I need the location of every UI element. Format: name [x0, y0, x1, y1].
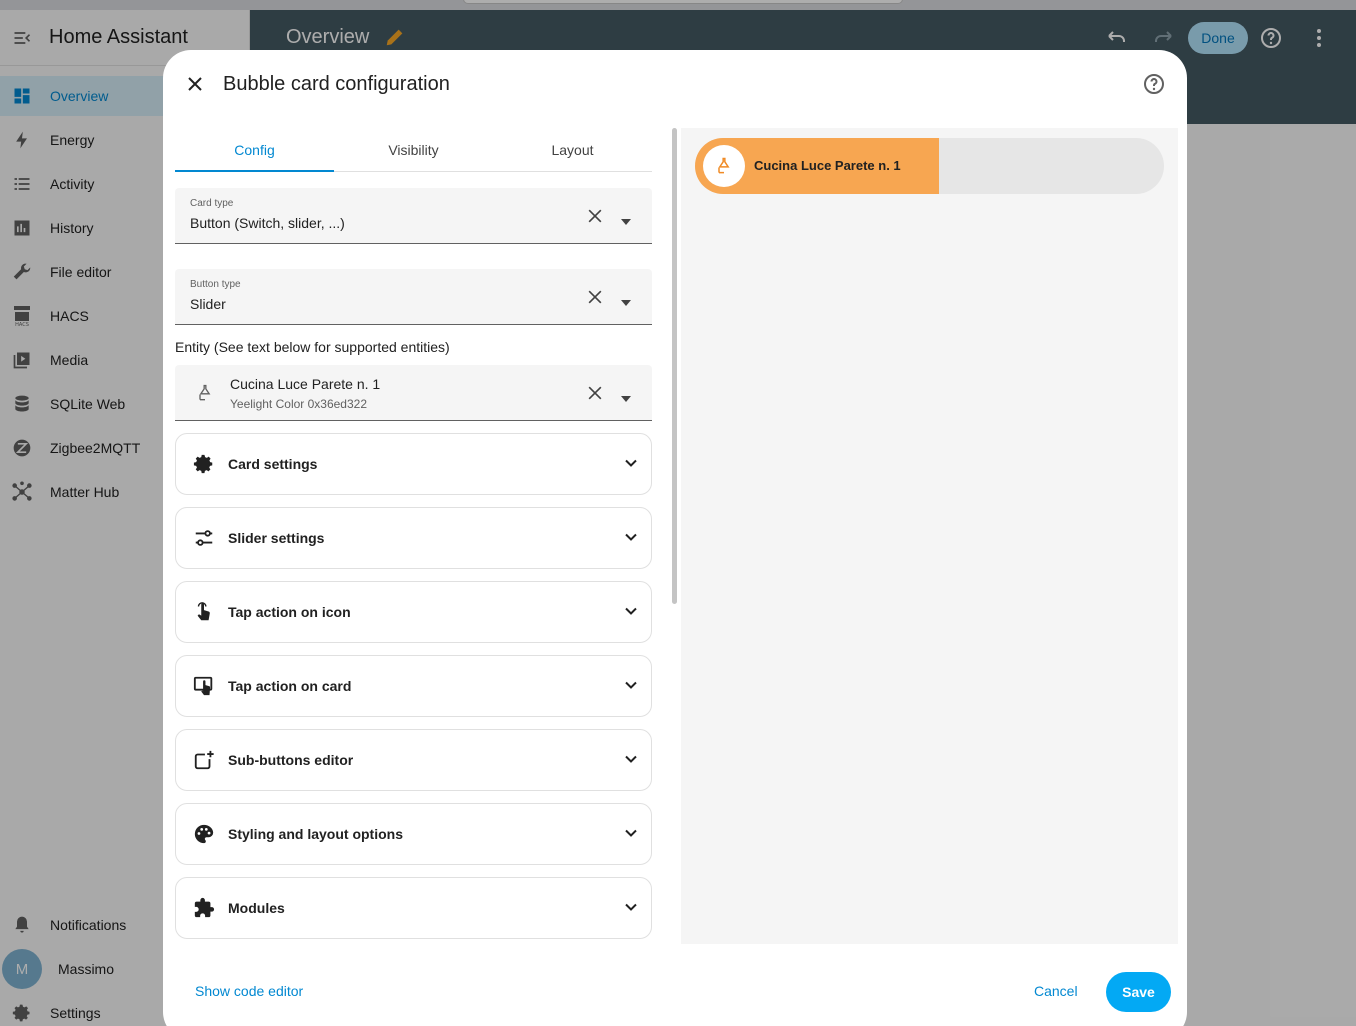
gear-icon — [193, 453, 217, 477]
field-value: Slider — [190, 296, 226, 312]
chevron-down-icon — [621, 675, 641, 700]
monitor-tap-icon — [193, 675, 217, 699]
ceiling-light-icon — [195, 383, 215, 408]
palette-icon — [193, 823, 217, 847]
tab-layout[interactable]: Layout — [493, 128, 652, 171]
show-code-editor-link[interactable]: Show code editor — [195, 983, 303, 999]
card-type-select[interactable]: Card type Button (Switch, slider, ...) — [175, 188, 652, 244]
dropdown-arrow-icon[interactable] — [621, 389, 631, 407]
panel-sub-buttons-editor[interactable]: Sub-buttons editor — [175, 729, 652, 791]
panel-label: Modules — [228, 900, 285, 916]
chevron-down-icon — [621, 601, 641, 626]
panel-label: Slider settings — [228, 530, 325, 546]
config-scrollbar[interactable] — [672, 128, 677, 604]
chevron-down-icon — [621, 823, 641, 848]
panel-label: Card settings — [228, 456, 318, 472]
field-label: Card type — [190, 198, 234, 209]
entity-label: Entity (See text below for supported ent… — [175, 339, 450, 355]
clear-icon[interactable] — [585, 287, 605, 312]
panel-label: Tap action on card — [228, 678, 352, 694]
clear-icon[interactable] — [585, 206, 605, 231]
button-type-select[interactable]: Button type Slider — [175, 269, 652, 325]
tab-visibility[interactable]: Visibility — [334, 128, 493, 171]
tap-icon — [193, 601, 217, 625]
help-icon[interactable] — [1142, 72, 1166, 101]
chevron-down-icon — [621, 897, 641, 922]
cancel-button[interactable]: Cancel — [1025, 977, 1087, 1005]
panel-card-settings[interactable]: Card settings — [175, 433, 652, 495]
panel-modules[interactable]: Modules — [175, 877, 652, 939]
save-button[interactable]: Save — [1106, 972, 1171, 1012]
tab-bar: Config Visibility Layout — [175, 128, 652, 172]
tune-icon — [193, 527, 217, 551]
card-preview: Cucina Luce Parete n. 1 — [681, 128, 1178, 944]
card-config-dialog: Bubble card configuration Config Visibil… — [163, 50, 1187, 1026]
panel-tap-action-card[interactable]: Tap action on card — [175, 655, 652, 717]
bubble-slider-card[interactable]: Cucina Luce Parete n. 1 — [695, 138, 1164, 194]
panel-styling-layout[interactable]: Styling and layout options — [175, 803, 652, 865]
dialog-title: Bubble card configuration — [223, 73, 450, 95]
dropdown-arrow-icon[interactable] — [621, 212, 631, 230]
field-label: Button type — [190, 279, 241, 290]
close-icon[interactable] — [183, 72, 207, 96]
ceiling-light-icon[interactable] — [703, 145, 745, 187]
panel-label: Sub-buttons editor — [228, 752, 354, 768]
entity-picker[interactable]: Cucina Luce Parete n. 1 Yeelight Color 0… — [175, 365, 652, 421]
chevron-down-icon — [621, 749, 641, 774]
entity-description: Yeelight Color 0x36ed322 — [230, 397, 367, 411]
panel-slider-settings[interactable]: Slider settings — [175, 507, 652, 569]
chevron-down-icon — [621, 527, 641, 552]
panel-tap-action-icon[interactable]: Tap action on icon — [175, 581, 652, 643]
bubble-card-name: Cucina Luce Parete n. 1 — [754, 158, 901, 173]
panel-label: Tap action on icon — [228, 604, 351, 620]
tab-config[interactable]: Config — [175, 128, 334, 172]
field-value: Button (Switch, slider, ...) — [190, 215, 345, 231]
dropdown-arrow-icon[interactable] — [621, 293, 631, 311]
panel-label: Styling and layout options — [228, 826, 403, 842]
chevron-down-icon — [621, 453, 641, 478]
add-square-icon — [193, 749, 217, 773]
puzzle-icon — [193, 897, 217, 921]
entity-name: Cucina Luce Parete n. 1 — [230, 376, 381, 392]
clear-icon[interactable] — [585, 383, 605, 408]
